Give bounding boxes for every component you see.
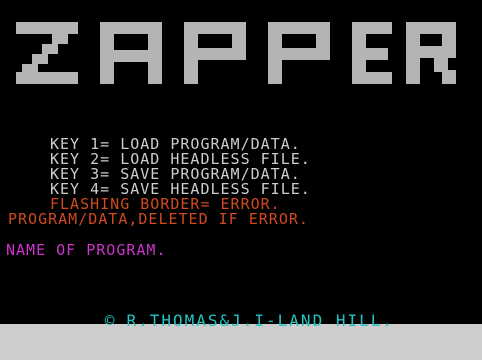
- credits-line: © R.THOMAS&J.I-LAND HILL.: [35, 298, 394, 343]
- spectrum-screen: KEY 1= LOAD PROGRAM/DATA. KEY 2= LOAD HE…: [0, 0, 482, 360]
- data-deleted-note: PROGRAM/DATA,DELETED IF ERROR.: [8, 210, 309, 228]
- credits-text: R.THOMAS&J.I-LAND HILL.: [126, 311, 394, 330]
- copyright-icon: ©: [104, 311, 117, 330]
- screen-paper: KEY 1= LOAD PROGRAM/DATA. KEY 2= LOAD HE…: [0, 0, 482, 329]
- zapper-logo-graphic: [16, 22, 456, 84]
- program-name-prompt: NAME OF PROGRAM.: [6, 241, 167, 259]
- zapper-logo: [16, 22, 456, 84]
